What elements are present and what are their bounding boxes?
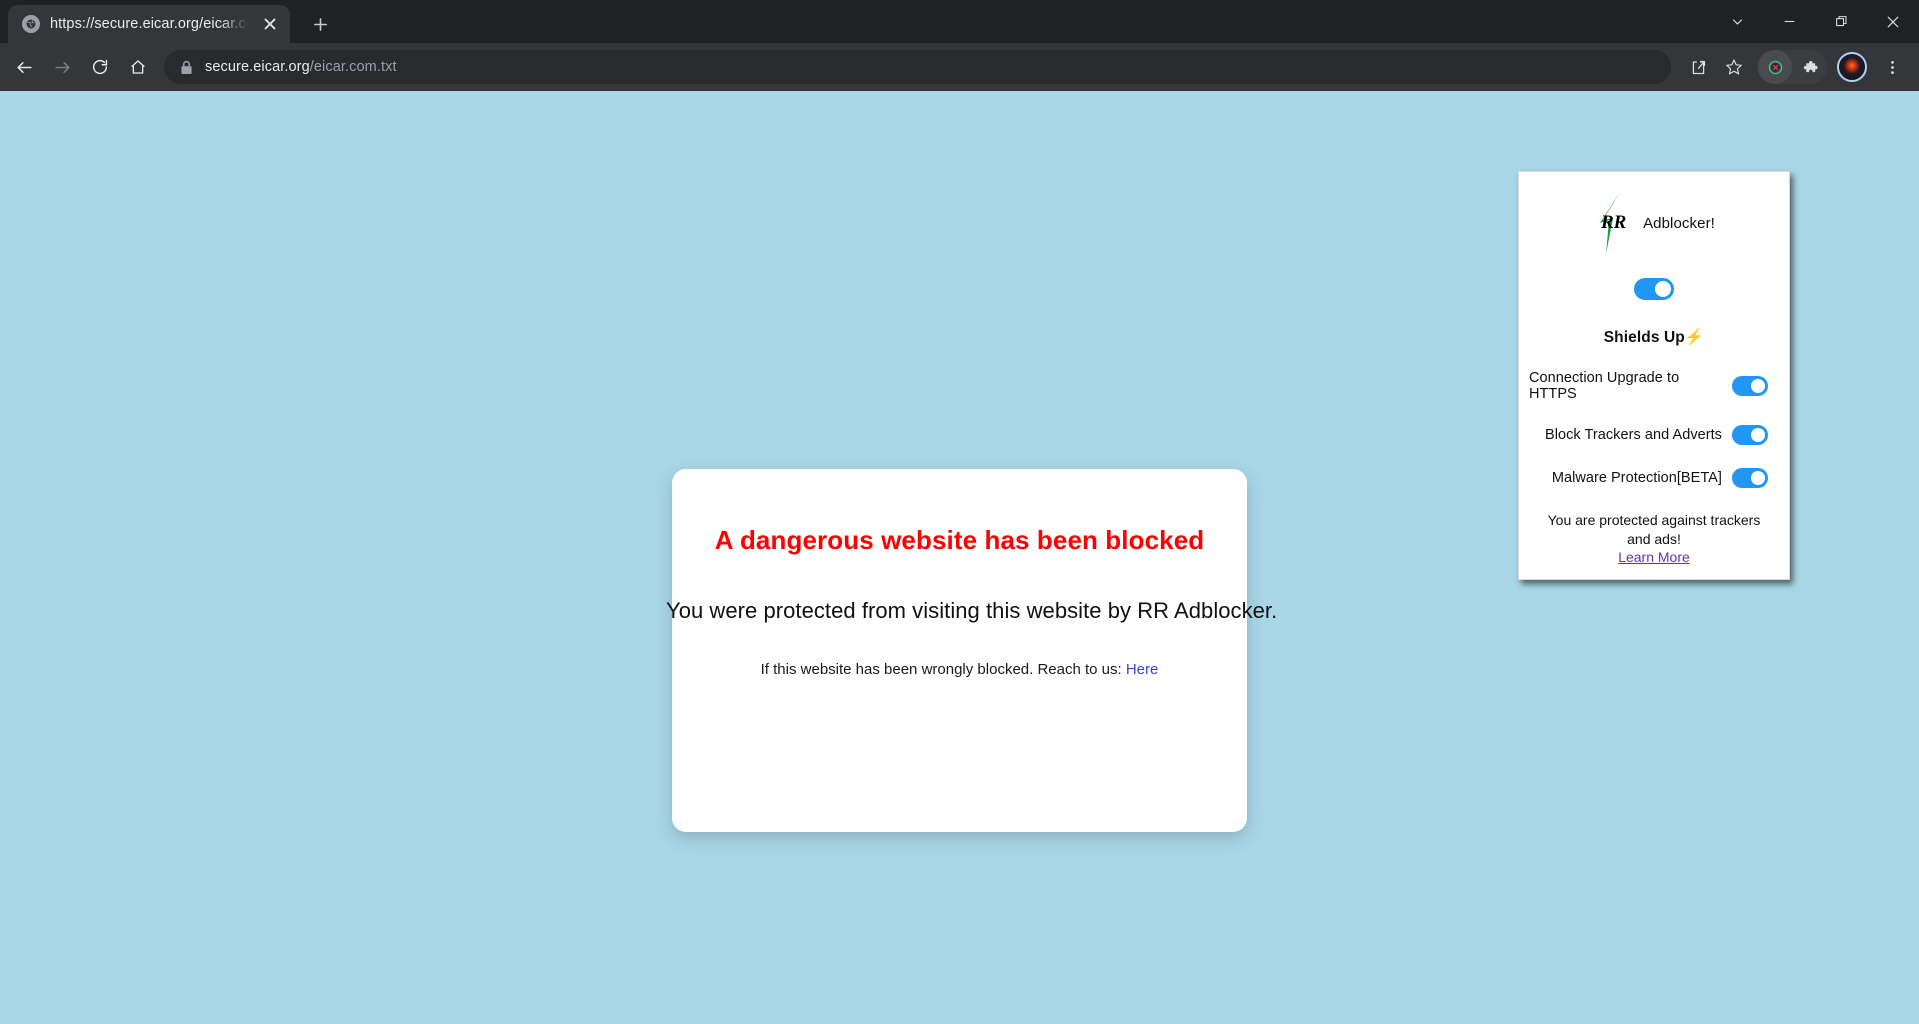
close-window-icon[interactable] bbox=[1867, 0, 1919, 43]
shields-up-heading: Shields Up⚡ bbox=[1529, 328, 1779, 347]
blocked-subtitle: You were protected from visiting this we… bbox=[666, 598, 1278, 623]
browser-toolbar: secure.eicar.org/eicar.com.txt bbox=[0, 43, 1919, 91]
profile-avatar-icon[interactable] bbox=[1837, 52, 1867, 82]
browser-window: https://secure.eicar.org/eicar.com secur… bbox=[0, 0, 1919, 1024]
puzzle-piece-icon[interactable] bbox=[1792, 50, 1826, 84]
new-tab-button[interactable] bbox=[304, 8, 336, 40]
popup-footer: You are protected against trackers and a… bbox=[1529, 511, 1779, 567]
address-bar-path: /eicar.com.txt bbox=[309, 59, 397, 75]
share-icon[interactable] bbox=[1681, 50, 1715, 84]
tab-strip: https://secure.eicar.org/eicar.com bbox=[0, 0, 1919, 43]
master-toggle-row bbox=[1529, 278, 1779, 300]
minimize-icon[interactable] bbox=[1763, 0, 1815, 43]
address-bar-url: secure.eicar.org/eicar.com.txt bbox=[205, 59, 1659, 75]
toggle-https-upgrade[interactable] bbox=[1732, 376, 1768, 396]
report-wrongly-blocked-link[interactable]: Here bbox=[1126, 661, 1159, 678]
blocked-title: A dangerous website has been blocked bbox=[714, 525, 1205, 555]
shields-up-label: Shields Up bbox=[1603, 329, 1685, 346]
tab-search-chevron-icon[interactable] bbox=[1711, 0, 1763, 43]
rr-lightning-bolt-logo-icon: RR bbox=[1593, 190, 1633, 256]
learn-more-link[interactable]: Learn More bbox=[1618, 549, 1690, 565]
toggle-block-trackers[interactable] bbox=[1732, 425, 1768, 445]
lock-icon bbox=[180, 60, 193, 75]
popup-brand-label: Adblocker! bbox=[1643, 214, 1715, 232]
window-controls bbox=[1711, 0, 1919, 43]
page-content: A dangerous website has been blocked You… bbox=[0, 91, 1919, 1024]
address-bar-host: secure.eicar.org bbox=[205, 59, 310, 75]
setting-label-https-upgrade: Connection Upgrade to HTTPS bbox=[1529, 370, 1680, 402]
setting-label-malware-protection: Malware Protection[BETA] bbox=[1551, 470, 1722, 486]
back-arrow-icon[interactable] bbox=[6, 49, 42, 85]
blocked-note: If this website has been wrongly blocked… bbox=[672, 661, 1247, 678]
extension-icons-group bbox=[1757, 50, 1827, 84]
home-icon[interactable] bbox=[120, 49, 156, 85]
rr-adblocker-shield-icon[interactable] bbox=[1758, 50, 1792, 84]
browser-tab[interactable]: https://secure.eicar.org/eicar.com bbox=[8, 5, 290, 43]
adblocker-extension-popup: RR Adblocker! Shields Up⚡ Connection Upg… bbox=[1518, 171, 1790, 580]
blocked-site-card: A dangerous website has been blocked You… bbox=[666, 469, 1277, 832]
address-bar[interactable]: secure.eicar.org/eicar.com.txt bbox=[164, 50, 1671, 84]
setting-row-block-trackers[interactable]: Block Trackers and Adverts bbox=[1529, 425, 1779, 445]
star-bookmark-icon[interactable] bbox=[1717, 50, 1751, 84]
blocked-note-text: If this website has been wrongly blocked… bbox=[760, 661, 1126, 678]
maximize-restore-icon[interactable] bbox=[1815, 0, 1867, 43]
setting-row-https-upgrade[interactable]: Connection Upgrade to HTTPS bbox=[1529, 370, 1779, 402]
tab-close-icon[interactable] bbox=[258, 12, 282, 36]
svg-text:RR: RR bbox=[1600, 212, 1626, 233]
globe-icon bbox=[22, 15, 40, 33]
forward-arrow-icon[interactable] bbox=[44, 49, 80, 85]
lightning-bolt-icon: ⚡ bbox=[1684, 329, 1705, 346]
tab-title: https://secure.eicar.org/eicar.com bbox=[50, 16, 248, 32]
three-dot-menu-icon[interactable] bbox=[1875, 50, 1909, 84]
popup-header: RR Adblocker! bbox=[1529, 184, 1779, 258]
master-toggle[interactable] bbox=[1634, 278, 1674, 300]
setting-label-block-trackers: Block Trackers and Adverts bbox=[1545, 427, 1722, 443]
setting-row-malware-protection[interactable]: Malware Protection[BETA] bbox=[1529, 468, 1779, 488]
toggle-malware-protection[interactable] bbox=[1732, 468, 1768, 488]
reload-icon[interactable] bbox=[82, 49, 118, 85]
protection-status-text: You are protected against trackers and a… bbox=[1547, 512, 1761, 547]
